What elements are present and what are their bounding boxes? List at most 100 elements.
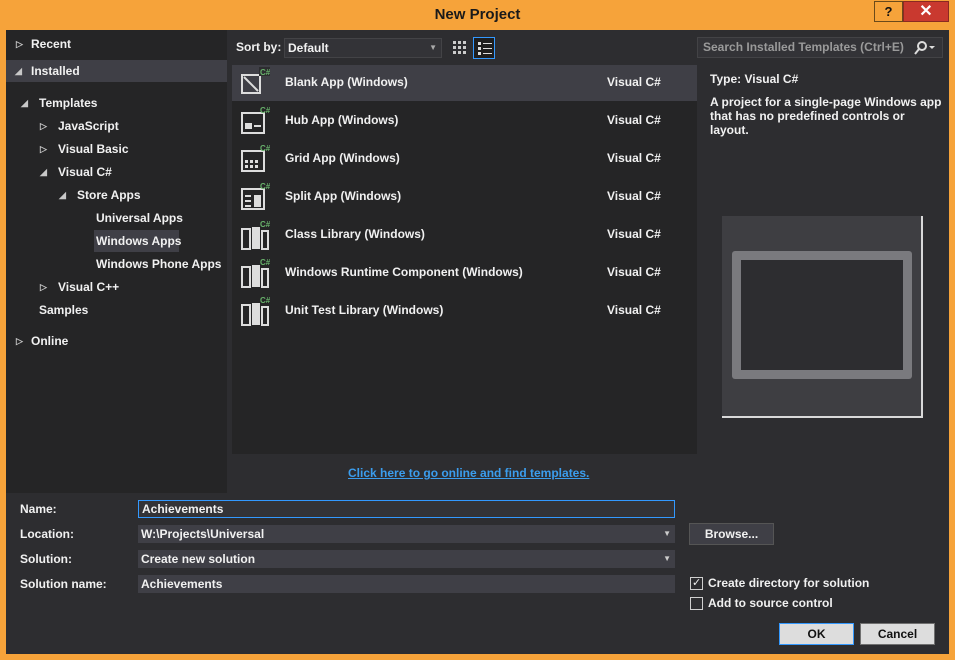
search-input[interactable]: Search Installed Templates (Ctrl+E) [697, 37, 943, 58]
template-row[interactable]: C# Split App (Windows) Visual C# [232, 179, 697, 215]
template-row[interactable]: C# Grid App (Windows) Visual C# [232, 141, 697, 177]
tree-item-visual-cpp[interactable]: ▷ Visual C++ [6, 276, 227, 298]
tree-item-windows-apps[interactable]: Windows Apps [94, 230, 182, 252]
tree-label: Samples [39, 303, 89, 317]
svg-text:C#: C# [260, 258, 270, 267]
svg-text:C#: C# [260, 182, 270, 191]
tree-item-store-apps[interactable]: ◢ Store Apps [6, 184, 227, 206]
search-placeholder: Search Installed Templates (Ctrl+E) [703, 40, 904, 54]
dialog-client: ▷ Recent ◢ Installed ◢ Templates ▷ JavaS… [6, 30, 949, 654]
expanded-arrow-icon: ◢ [59, 190, 66, 200]
runtime-component-icon: C# [241, 258, 270, 288]
name-field[interactable]: Achievements [138, 500, 675, 518]
blank-app-icon: C# [241, 67, 270, 94]
browse-button[interactable]: Browse... [689, 523, 774, 545]
template-list: C# Blank App (Windows) Visual C# C# Hub … [232, 65, 697, 454]
svg-text:C#: C# [260, 220, 270, 229]
tree-item-recent[interactable]: ▷ Recent [6, 33, 227, 55]
tree-item-visual-csharp[interactable]: ◢ Visual C# [6, 161, 227, 183]
split-app-icon: C# [241, 182, 270, 210]
expanded-arrow-icon: ◢ [40, 167, 47, 177]
template-row[interactable]: C# Blank App (Windows) Visual C# [232, 65, 697, 101]
tree-item-templates[interactable]: ◢ Templates [6, 92, 227, 114]
grid-view-icon [453, 41, 466, 54]
template-preview-image [722, 216, 923, 418]
tree-label: Universal Apps [96, 211, 183, 225]
solution-label: Solution: [20, 552, 72, 566]
template-row[interactable]: C# Windows Runtime Component (Windows) V… [232, 255, 697, 291]
tree-item-installed[interactable]: ◢ Installed [6, 60, 227, 82]
tree-label: Windows Apps [96, 234, 182, 248]
template-name: Windows Runtime Component (Windows) [285, 265, 523, 279]
tree-item-samples[interactable]: Samples [6, 299, 227, 321]
hub-app-icon: C# [241, 106, 270, 134]
unit-test-icon: C# [241, 296, 270, 326]
tree-label: Visual Basic [58, 142, 129, 156]
template-name: Unit Test Library (Windows) [285, 303, 444, 317]
template-tree: ▷ Recent ◢ Installed ◢ Templates ▷ JavaS… [6, 30, 227, 493]
search-icon[interactable] [914, 41, 936, 55]
sort-value: Default [288, 41, 329, 55]
template-language: Visual C# [607, 151, 661, 165]
class-library-icon: C# [241, 220, 270, 250]
tree-label: JavaScript [58, 119, 119, 133]
solution-value: Create new solution [141, 552, 256, 566]
sort-dropdown[interactable]: Default ▼ [284, 38, 442, 58]
location-label: Location: [20, 527, 74, 541]
collapsed-arrow-icon: ▷ [40, 144, 47, 154]
dropdown-arrow-icon[interactable]: ▼ [663, 550, 671, 568]
solution-name-label: Solution name: [20, 577, 107, 591]
template-language: Visual C# [607, 303, 661, 317]
collapsed-arrow-icon: ▷ [40, 282, 47, 292]
title-bar: New Project ? ✕ [0, 0, 955, 30]
template-name: Hub App (Windows) [285, 113, 399, 127]
create-directory-checkbox[interactable] [690, 576, 703, 590]
svg-text:C#: C# [260, 68, 270, 77]
tree-item-javascript[interactable]: ▷ JavaScript [6, 115, 227, 137]
create-directory-label: Create directory for solution [708, 576, 870, 590]
template-row[interactable]: C# Class Library (Windows) Visual C# [232, 217, 697, 253]
solution-name-value: Achievements [141, 577, 223, 591]
help-button[interactable]: ? [874, 1, 903, 22]
window-title: New Project [434, 6, 521, 23]
svg-text:C#: C# [260, 296, 270, 305]
expanded-arrow-icon: ◢ [21, 98, 28, 108]
tree-label: Visual C++ [58, 280, 120, 294]
tree-item-universal-apps[interactable]: Universal Apps [6, 207, 227, 229]
solution-name-field[interactable]: Achievements [138, 575, 675, 593]
collapsed-arrow-icon: ▷ [40, 121, 47, 131]
collapsed-arrow-icon: ▷ [16, 336, 23, 346]
ok-button[interactable]: OK [779, 623, 854, 645]
tree-item-online[interactable]: ▷ Online [6, 330, 227, 352]
tree-label: Visual C# [58, 165, 112, 179]
tree-item-windows-phone-apps[interactable]: Windows Phone Apps [6, 253, 227, 275]
cancel-button[interactable]: Cancel [860, 623, 935, 645]
template-language: Visual C# [607, 265, 661, 279]
tree-label: Online [31, 334, 69, 348]
tree-label: Windows Phone Apps [96, 257, 222, 271]
location-value: W:\Projects\Universal [141, 527, 265, 541]
source-control-checkbox[interactable] [690, 597, 703, 610]
svg-text:C#: C# [260, 106, 270, 115]
list-view-button[interactable] [473, 37, 495, 59]
tablet-screen [741, 260, 903, 370]
small-icons-view-button[interactable] [449, 37, 471, 59]
project-form: Name: Achievements Location: W:\Projects… [6, 493, 949, 654]
grid-app-icon: C# [241, 144, 270, 172]
template-row[interactable]: C# Unit Test Library (Windows) Visual C# [232, 293, 697, 329]
template-name: Class Library (Windows) [285, 227, 425, 241]
tree-label: Templates [39, 96, 98, 110]
template-name: Grid App (Windows) [285, 151, 400, 165]
template-language: Visual C# [607, 75, 661, 89]
location-field[interactable]: W:\Projects\Universal ▼ [138, 525, 675, 543]
template-row[interactable]: C# Hub App (Windows) Visual C# [232, 103, 697, 139]
close-button[interactable]: ✕ [903, 1, 949, 22]
tree-item-visual-basic[interactable]: ▷ Visual Basic [6, 138, 227, 160]
collapsed-arrow-icon: ▷ [16, 39, 23, 49]
dropdown-arrow-icon[interactable]: ▼ [663, 525, 671, 543]
list-view-icon [478, 42, 492, 55]
source-control-label: Add to source control [708, 596, 833, 610]
solution-dropdown[interactable]: Create new solution ▼ [138, 550, 675, 568]
dropdown-arrow-icon: ▼ [429, 43, 437, 52]
online-templates-link[interactable]: Click here to go online and find templat… [348, 466, 589, 480]
